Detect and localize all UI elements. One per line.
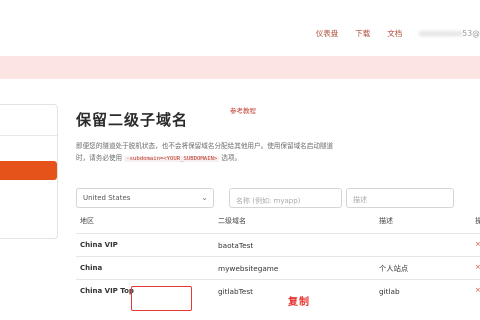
sidebar-item-active[interactable] bbox=[0, 161, 57, 180]
sidebar-divider bbox=[0, 135, 57, 136]
col-header-subdomain: 二级域名 bbox=[218, 217, 246, 225]
row-delete-button[interactable]: × bbox=[475, 240, 480, 248]
email-suffix: 53@ bbox=[462, 28, 480, 38]
col-header-description: 描述 bbox=[379, 217, 393, 225]
sidebar-menu bbox=[0, 104, 58, 239]
subdomain-option-code: -subdomain=<YOUR_SUBDOMAIN> bbox=[124, 156, 220, 162]
row-delete-button[interactable]: × bbox=[475, 286, 480, 294]
row-subdomain: baotaTest bbox=[218, 241, 254, 250]
row-region: China bbox=[80, 264, 103, 272]
region-select[interactable]: United States ⌄ bbox=[76, 188, 214, 208]
page-title: 保留二级子域名 bbox=[76, 111, 189, 129]
row-delete-button[interactable]: × bbox=[475, 263, 480, 271]
row-region: China VIP Top bbox=[80, 287, 134, 295]
row-description: 个人站点 bbox=[379, 264, 409, 273]
reference-tutorial-link[interactable]: 参考教程 bbox=[230, 105, 256, 115]
copy-annotation: 复制 bbox=[288, 297, 310, 308]
page-description: 即便您的隧道处于脱机状态，也不会将保留域名分配给其他用户。使用保留域名启动隧道 … bbox=[76, 140, 406, 165]
desc-line-2-prefix: 时，请务必使用 bbox=[76, 154, 123, 162]
subdomain-input[interactable] bbox=[229, 188, 342, 208]
row-description: gitlab bbox=[379, 287, 400, 296]
email-redacted: ooooooooo bbox=[419, 28, 463, 38]
col-header-region: 地区 bbox=[80, 217, 94, 225]
desc-line-1: 即便您的隧道处于脱机状态，也不会将保留域名分配给其他用户。使用保留域名启动隧道 bbox=[76, 142, 334, 150]
col-header-actions: 操 bbox=[475, 217, 480, 225]
desc-line-2-suffix: 选项。 bbox=[221, 154, 242, 162]
desc-line-2: 时，请务必使用 -subdomain=<YOUR_SUBDOMAIN> 选项。 bbox=[76, 152, 406, 165]
alert-banner bbox=[0, 56, 480, 79]
top-nav: 仪表盘 下载 文档 ooooooooo53@ bbox=[299, 26, 480, 40]
row-subdomain[interactable]: gitlabTest bbox=[218, 287, 253, 296]
region-select-value: United States bbox=[83, 194, 131, 202]
nav-docs-link[interactable]: 文档 bbox=[387, 28, 402, 39]
nav-download-link[interactable]: 下载 bbox=[355, 28, 370, 39]
chevron-down-icon: ⌄ bbox=[201, 193, 208, 202]
row-subdomain: mywebsitegame bbox=[218, 264, 279, 273]
row-region: China VIP bbox=[80, 241, 118, 249]
top-bar: 仪表盘 下载 文档 ooooooooo53@ bbox=[0, 0, 480, 56]
description-input[interactable] bbox=[346, 188, 454, 208]
table-row: China VIP baotaTest × bbox=[76, 233, 480, 256]
user-email-menu[interactable]: ooooooooo53@ bbox=[419, 29, 480, 38]
subdomain-highlight-box bbox=[131, 286, 192, 311]
nav-dashboard-link[interactable]: 仪表盘 bbox=[316, 28, 339, 39]
table-row: China mywebsitegame 个人站点 × bbox=[76, 256, 480, 279]
